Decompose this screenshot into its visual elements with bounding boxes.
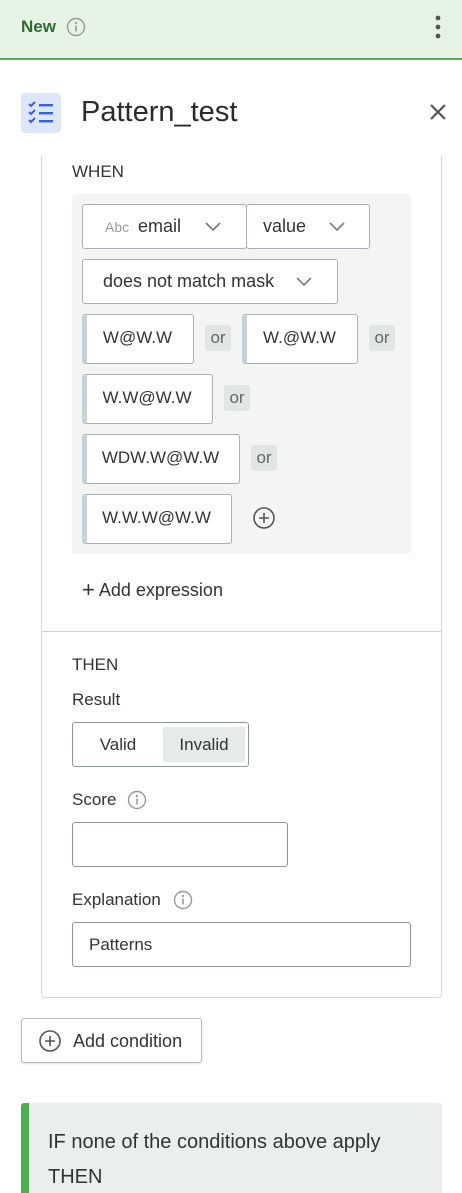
divider (42, 631, 441, 632)
info-icon[interactable] (173, 890, 193, 910)
or-label: or (251, 445, 277, 471)
mask-value[interactable]: W.W@W.W (82, 374, 213, 424)
score-label: Score (72, 790, 117, 809)
text-type-icon: Abc (105, 219, 130, 235)
add-condition-button[interactable]: Add condition (21, 1018, 202, 1063)
explanation-input[interactable]: Patterns (72, 922, 411, 967)
property-select[interactable]: value (246, 204, 370, 249)
operator-select[interactable]: does not match mask (82, 259, 338, 304)
result-option-invalid[interactable]: Invalid (163, 727, 245, 762)
info-icon[interactable] (127, 790, 147, 810)
mask-value[interactable]: WDW.W@W.W (82, 434, 240, 484)
checklist-icon (21, 93, 61, 133)
mask-value-text: W.W@W.W (102, 388, 192, 407)
explanation-value: Patterns (89, 935, 153, 954)
plus-circle-icon (39, 1030, 61, 1052)
mask-value-text: WDW.W@W.W (101, 448, 220, 467)
mask-value-text: W@W.W (102, 328, 173, 347)
status-bar: New (0, 0, 462, 60)
property-name: value (263, 216, 307, 236)
chevron-down-icon (296, 277, 312, 287)
page-title: Pattern_test (81, 96, 238, 128)
attribute-name: email (138, 216, 182, 236)
mask-value[interactable]: W.@W.W (242, 314, 358, 364)
result-option-valid[interactable]: Valid (77, 727, 159, 762)
default-condition-heading: IF none of the conditions above apply TH… (48, 1131, 381, 1188)
then-label: THEN (72, 655, 119, 674)
mask-value-text: W.W.W@W.W (102, 508, 211, 527)
more-options-icon[interactable] (428, 14, 448, 40)
add-condition-label: Add condition (73, 1031, 183, 1051)
score-input[interactable] (72, 822, 288, 867)
mask-value-text: W.@W.W (263, 328, 336, 347)
or-label: or (205, 325, 231, 351)
result-toggle: Valid Invalid (72, 722, 249, 767)
operator-name: does not match mask (103, 271, 275, 291)
rule-header: Pattern_test (0, 60, 462, 156)
chevron-down-icon (329, 222, 345, 232)
or-label: or (369, 325, 395, 351)
chevron-down-icon (205, 222, 221, 232)
plus-icon: + (82, 577, 95, 602)
attribute-select[interactable]: Abc email (82, 204, 247, 249)
default-condition-section: IF none of the conditions above apply TH… (21, 1103, 442, 1193)
when-label: WHEN (72, 162, 124, 181)
mask-value[interactable]: W.W.W@W.W (82, 494, 232, 544)
add-value-icon[interactable] (252, 506, 276, 530)
mask-value[interactable]: W@W.W (82, 314, 194, 364)
result-label: Result (72, 690, 121, 709)
add-expression-label: Add expression (98, 580, 223, 600)
or-label: or (224, 385, 250, 411)
info-icon[interactable] (66, 17, 86, 37)
close-icon[interactable] (428, 102, 448, 122)
status-label: New (21, 17, 56, 36)
explanation-label: Explanation (72, 890, 161, 909)
add-expression-button[interactable]: + Add expression (82, 576, 223, 602)
